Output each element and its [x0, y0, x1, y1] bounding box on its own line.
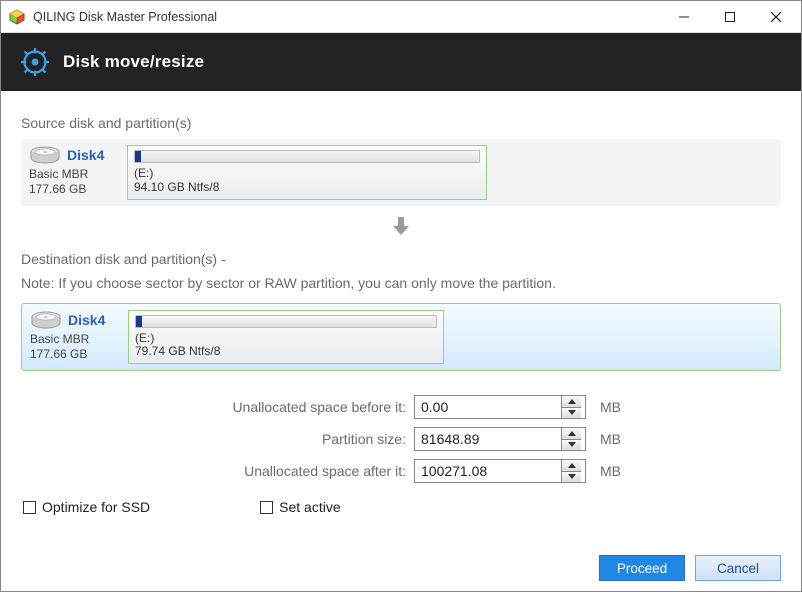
source-disk-info: Disk4 Basic MBR 177.66 GB [29, 145, 117, 197]
destination-disk-info: Disk4 Basic MBR 177.66 GB [30, 310, 118, 362]
hard-drive-icon [29, 145, 61, 167]
destination-partition-desc: 79.74 GB Ntfs/8 [135, 345, 437, 359]
arrow-down-icon [21, 214, 781, 241]
unit-label: MB [600, 399, 621, 415]
input-partition-size-field[interactable] [415, 428, 561, 450]
proceed-button[interactable]: Proceed [599, 555, 685, 581]
input-unallocated-after[interactable] [414, 459, 586, 483]
source-section-label: Source disk and partition(s) [21, 115, 781, 131]
destination-disk-card: Disk4 Basic MBR 177.66 GB (E:) 79.74 GB … [21, 303, 781, 372]
spin-down-icon[interactable] [562, 472, 581, 483]
maximize-button[interactable] [707, 2, 753, 32]
checkbox-set-active-label: Set active [279, 499, 340, 515]
input-partition-size[interactable] [414, 427, 586, 451]
source-partition-letter: (E:) [134, 167, 480, 181]
spin-down-icon[interactable] [562, 440, 581, 451]
unit-label: MB [600, 463, 621, 479]
source-disk-type: Basic MBR [29, 167, 117, 182]
checkbox-box-icon [260, 501, 273, 514]
label-unallocated-before: Unallocated space before it: [21, 399, 406, 415]
page-header: Disk move/resize [1, 33, 801, 91]
page-title: Disk move/resize [63, 52, 204, 72]
close-button[interactable] [753, 2, 799, 32]
source-partition[interactable]: (E:) 94.10 GB Ntfs/8 [127, 145, 487, 200]
source-disk-card: Disk4 Basic MBR 177.66 GB (E:) 94.10 GB … [21, 139, 781, 206]
resize-form: Unallocated space before it: MB Partitio… [21, 395, 781, 483]
destination-partition-bar[interactable] [135, 315, 437, 328]
checkbox-box-icon [23, 501, 36, 514]
footer-buttons: Proceed Cancel [599, 555, 781, 581]
input-unallocated-after-field[interactable] [415, 460, 561, 482]
label-unallocated-after: Unallocated space after it: [21, 463, 406, 479]
title-bar: QILING Disk Master Professional [1, 1, 801, 33]
destination-partition-letter: (E:) [135, 332, 437, 346]
spin-up-icon[interactable] [562, 396, 581, 408]
spin-up-icon[interactable] [562, 460, 581, 472]
disk-gear-icon [21, 48, 49, 76]
unit-label: MB [600, 431, 621, 447]
cancel-button[interactable]: Cancel [695, 555, 781, 581]
input-unallocated-before[interactable] [414, 395, 586, 419]
spin-up-icon[interactable] [562, 428, 581, 440]
source-disk-capacity: 177.66 GB [29, 182, 117, 197]
content-area: Source disk and partition(s) Disk4 Basic… [1, 91, 801, 523]
destination-disk-name: Disk4 [68, 312, 105, 330]
input-unallocated-before-field[interactable] [415, 396, 561, 418]
destination-disk-capacity: 177.66 GB [30, 347, 118, 362]
app-icon [9, 9, 25, 25]
source-disk-name: Disk4 [67, 147, 104, 165]
destination-note: Note: If you choose sector by sector or … [21, 275, 781, 291]
checkbox-optimize-ssd[interactable]: Optimize for SSD [23, 499, 150, 515]
label-partition-size: Partition size: [21, 431, 406, 447]
source-partition-bar [134, 150, 480, 163]
checkbox-optimize-ssd-label: Optimize for SSD [42, 499, 150, 515]
option-row: Optimize for SSD Set active [21, 491, 781, 523]
destination-partition[interactable]: (E:) 79.74 GB Ntfs/8 [128, 310, 444, 365]
window-title: QILING Disk Master Professional [33, 10, 661, 24]
checkbox-set-active[interactable]: Set active [260, 499, 340, 515]
spin-down-icon[interactable] [562, 408, 581, 419]
hard-drive-icon [30, 310, 62, 332]
destination-disk-type: Basic MBR [30, 332, 118, 347]
window-controls [661, 2, 799, 32]
minimize-button[interactable] [661, 2, 707, 32]
destination-section-label: Destination disk and partition(s) - [21, 251, 781, 267]
source-partition-desc: 94.10 GB Ntfs/8 [134, 181, 480, 195]
